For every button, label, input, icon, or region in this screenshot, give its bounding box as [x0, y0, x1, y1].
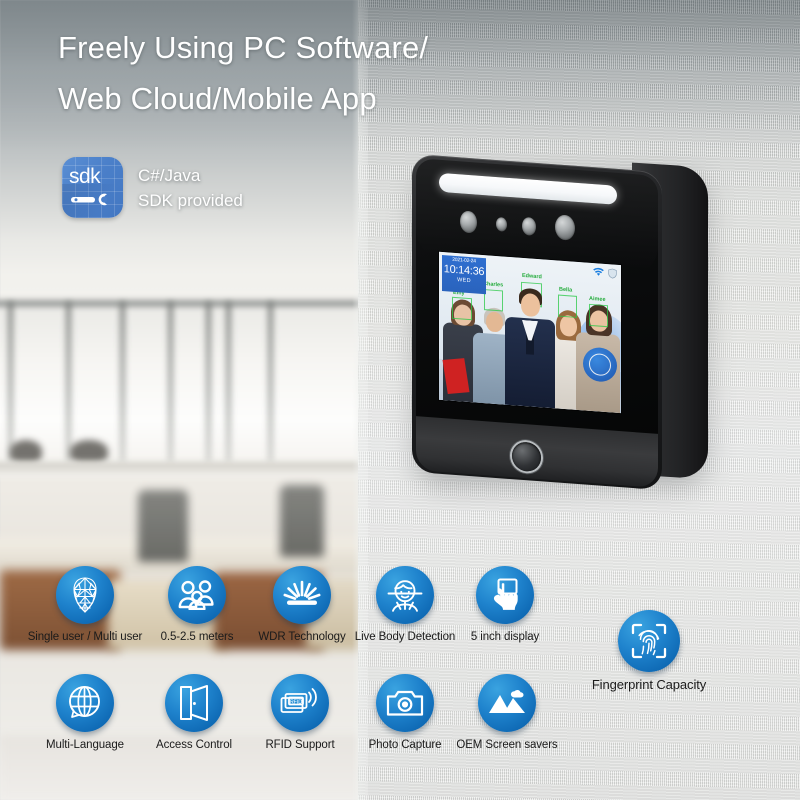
feature-label: Multi-Language: [46, 739, 124, 751]
feature-item-access-control[interactable]: Access Control: [134, 674, 254, 752]
group-users-icon: [168, 566, 226, 624]
product-banner: Freely Using PC Software/ Web Cloud/Mobi…: [0, 0, 800, 800]
feature-label: RFID Support: [265, 739, 335, 751]
face-mesh-icon: [56, 566, 114, 624]
image-mountain-icon: [478, 674, 536, 732]
feature-item-wdr-technology[interactable]: WDR Technology: [242, 566, 362, 644]
feature-item-rfid-support[interactable]: RFID RFID Support: [240, 674, 360, 752]
open-door-icon: [165, 674, 223, 732]
feature-label: WDR Technology: [258, 631, 346, 643]
feature-label: Access Control: [156, 739, 232, 751]
feature-label: 5 inch display: [470, 631, 540, 643]
feature-label: OEM Screen savers: [456, 739, 558, 751]
feature-item-fingerprint-capacity[interactable]: Fingerprint Capacity: [589, 610, 709, 692]
fingerprint-scan-icon: [618, 610, 680, 672]
live-face-scan-icon: [376, 566, 434, 624]
camera-icon: [376, 674, 434, 732]
feature-item-single-multi-user[interactable]: Single user / Multi user: [25, 566, 145, 644]
feature-item-oem-screen-savers[interactable]: OEM Screen savers: [447, 674, 567, 752]
light-burst-icon: [273, 566, 331, 624]
svg-text:RFID: RFID: [290, 699, 302, 705]
feature-item-5-inch-display[interactable]: 5 inch display: [445, 566, 565, 644]
feature-label: 0.5-2.5 meters: [160, 631, 234, 643]
feature-item-detection-range[interactable]: 0.5-2.5 meters: [137, 566, 257, 644]
feature-item-multi-language[interactable]: Multi-Language: [25, 674, 145, 752]
rfid-card-icon: RFID: [271, 674, 329, 732]
touch-hand-icon: [476, 566, 534, 624]
globe-speech-icon: [56, 674, 114, 732]
feature-label: Single user / Multi user: [27, 631, 143, 643]
feature-label: Fingerprint Capacity: [591, 677, 707, 692]
feature-icon-grid: Single user / Multi user 0.5-2.5 meters: [0, 0, 800, 800]
